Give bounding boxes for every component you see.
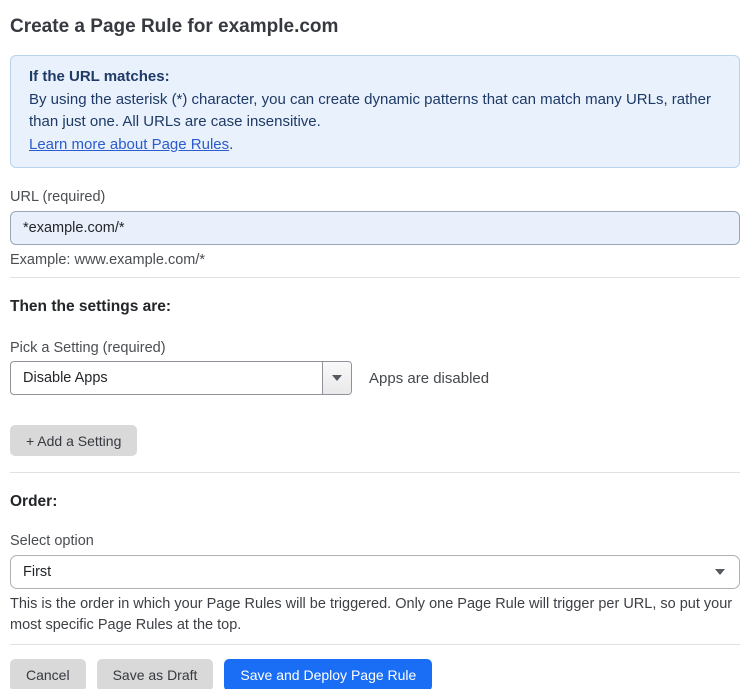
- url-field-label: URL (required): [10, 189, 106, 205]
- url-input[interactable]: [10, 211, 740, 245]
- learn-more-link[interactable]: Learn more about Page Rules: [29, 136, 229, 153]
- page-title: Create a Page Rule for example.com: [10, 16, 339, 37]
- setting-select-value: Disable Apps: [23, 370, 108, 386]
- settings-section-heading: Then the settings are:: [10, 298, 172, 315]
- order-helper-text: This is the order in which your Page Rul…: [10, 596, 733, 633]
- save-and-deploy-button[interactable]: Save and Deploy Page Rule: [224, 659, 433, 689]
- url-matches-info-box: If the URL matches: By using the asteris…: [10, 55, 740, 168]
- url-example-helper: Example: www.example.com/*: [10, 252, 206, 268]
- setting-row: Disable Apps Apps are disabled: [10, 361, 740, 395]
- order-section-heading: Order:: [10, 493, 58, 510]
- info-box-link-line: Learn more about Page Rules.: [29, 134, 721, 157]
- setting-description: Apps are disabled: [369, 369, 490, 387]
- save-as-draft-button[interactable]: Save as Draft: [96, 659, 214, 689]
- order-select-label: Select option: [10, 533, 94, 549]
- action-button-row: Cancel Save as Draft Save and Deploy Pag…: [10, 659, 740, 689]
- order-select-value: First: [23, 564, 52, 580]
- footer-divider: [10, 644, 740, 645]
- cancel-button[interactable]: Cancel: [10, 659, 86, 689]
- link-suffix: .: [229, 135, 234, 153]
- pick-setting-label: Pick a Setting (required): [10, 340, 166, 356]
- section-divider: [10, 472, 740, 473]
- setting-select-arrow-button[interactable]: [322, 362, 351, 394]
- order-select[interactable]: First: [10, 555, 740, 589]
- info-box-heading: If the URL matches:: [29, 68, 170, 85]
- chevron-down-icon: [715, 569, 725, 575]
- chevron-down-icon: [332, 375, 342, 381]
- info-box-body: By using the asterisk (*) character, you…: [29, 90, 711, 131]
- add-setting-button[interactable]: + Add a Setting: [10, 425, 138, 456]
- setting-select[interactable]: Disable Apps: [10, 361, 352, 395]
- section-divider: [10, 277, 740, 278]
